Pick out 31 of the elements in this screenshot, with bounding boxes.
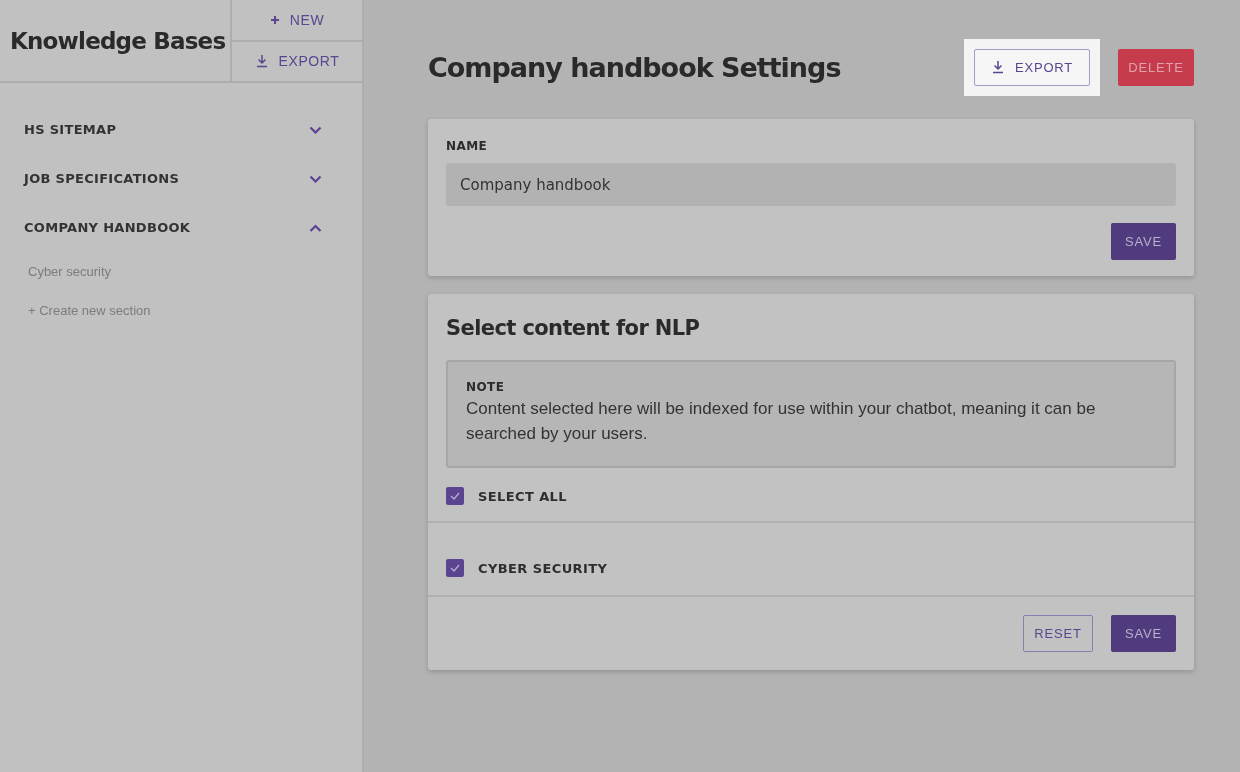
export-button[interactable]: EXPORT xyxy=(973,48,1090,86)
knowledge-base-item[interactable]: COMPANY HANDBOOK xyxy=(24,220,191,235)
section-link[interactable]: Cyber security xyxy=(24,252,116,291)
expand-toggle[interactable] xyxy=(309,174,322,183)
create-section-link[interactable]: + Create new section xyxy=(24,291,155,330)
checkbox-label: CYBER SECURITY xyxy=(478,560,608,576)
field-label: NAME xyxy=(446,139,489,153)
expand-toggle[interactable] xyxy=(309,223,322,232)
page-title: Company handbook Settings xyxy=(428,51,841,83)
note-label: NOTE xyxy=(466,380,506,394)
plus-icon xyxy=(269,14,280,25)
note-text: Content selected here will be indexed for use within your chatbot, meaning it can be searched by your users. xyxy=(466,398,1097,445)
checkbox-label: SELECT ALL xyxy=(478,488,567,504)
checkbox[interactable] xyxy=(446,487,464,505)
chevron-up-icon xyxy=(309,223,322,232)
checkbox[interactable] xyxy=(446,559,464,577)
download-icon xyxy=(254,54,269,69)
save-button[interactable]: SAVE xyxy=(1111,223,1176,260)
name-input[interactable]: Company handbook xyxy=(446,163,1176,206)
card-title: Select content for NLP xyxy=(446,316,701,340)
download-icon xyxy=(990,60,1005,74)
knowledge-base-item[interactable]: HS SITEMAP xyxy=(24,122,117,137)
checkmark-icon xyxy=(450,564,460,572)
delete-button[interactable]: DELETE xyxy=(1118,48,1194,86)
reset-button[interactable]: RESET xyxy=(1023,615,1093,652)
chevron-down-icon xyxy=(309,125,322,134)
expand-toggle[interactable] xyxy=(309,125,322,134)
chevron-down-icon xyxy=(309,174,322,183)
knowledge-base-item[interactable]: JOB SPECIFICATIONS xyxy=(24,171,180,186)
save-button[interactable]: SAVE xyxy=(1111,615,1176,652)
checkmark-icon xyxy=(450,492,460,500)
